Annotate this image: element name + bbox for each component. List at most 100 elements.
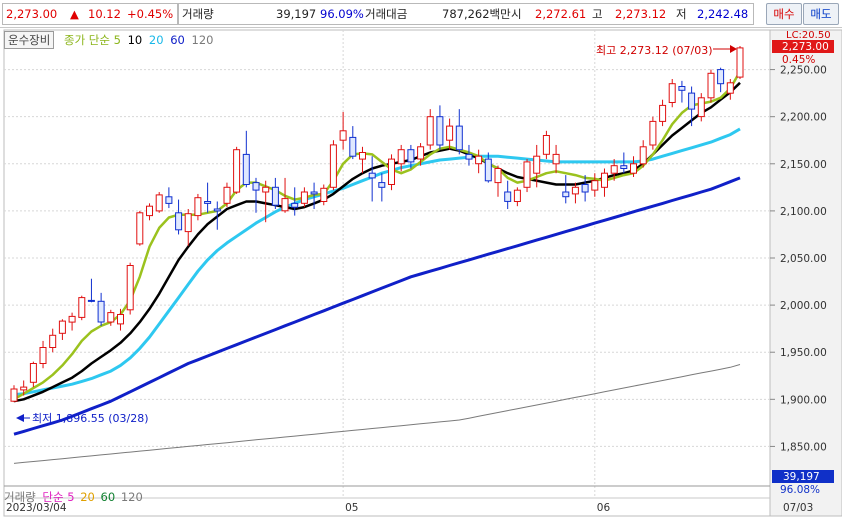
candle-body [165, 196, 173, 204]
candle-body [49, 334, 57, 348]
candle-body [668, 83, 676, 103]
candle-body [10, 388, 18, 402]
vma60-legend: 60 [100, 490, 116, 504]
current-pct-tag: 0.45% [782, 54, 815, 66]
candle-body [252, 182, 260, 191]
candle-body [39, 347, 47, 364]
candle-body [68, 315, 76, 323]
ma10-legend: 10 [127, 33, 143, 47]
candle-body [504, 191, 512, 202]
candle-body [388, 158, 395, 186]
candle-body [678, 86, 686, 91]
high-label: 고 [592, 7, 603, 21]
trading-value: 787,262백만 [442, 7, 511, 21]
candle-body [29, 363, 37, 383]
candle-body [97, 300, 105, 323]
candle-body [591, 180, 599, 191]
price-legend: 운수장비 종가 단순 5 10 20 60 120 [4, 31, 214, 49]
buy-button[interactable]: 매수 [766, 3, 802, 25]
candle-body [659, 104, 667, 122]
candle-body [117, 314, 124, 325]
volume-pct-tag: 96.08% [780, 484, 820, 496]
candle-body [562, 191, 570, 198]
vma5-legend: 5 [67, 490, 75, 504]
volume-tag: 39,197 [783, 471, 820, 483]
trading-value-label: 거래대금 [365, 7, 408, 21]
sell-button[interactable]: 매도 [803, 3, 839, 25]
candle-body [552, 153, 560, 165]
candle-body [242, 153, 250, 185]
high-annotation: 최고 2,273.12 (07/03) [596, 44, 713, 57]
candle-body [107, 312, 115, 323]
candle-body [436, 116, 444, 146]
x-end-label: 07/03 [783, 502, 813, 514]
candle-body [378, 182, 386, 188]
ma20-legend: 20 [148, 33, 164, 47]
candle-body [126, 265, 134, 311]
candle-body [446, 125, 454, 141]
y-tick-label: 2,050.00 [780, 253, 827, 265]
lc-label: LC:20.50 [786, 30, 831, 41]
candle-body [736, 47, 744, 78]
y-tick-label: 2,250.00 [780, 65, 827, 77]
x-tick-label: 06 [597, 502, 611, 514]
y-tick-label: 2,150.00 [780, 159, 827, 171]
candle-body [339, 130, 347, 141]
current-price-tag: 2,273.00 [782, 41, 829, 53]
chart-frame [3, 29, 771, 517]
ma-legend-label: 종가 단순 [63, 33, 110, 47]
candle-body [620, 165, 628, 169]
volume-label: 거래량 [182, 7, 214, 21]
candle-body [571, 186, 579, 195]
open-price: 2,272.61 [535, 7, 587, 21]
candle-body [494, 168, 502, 184]
candle-body [204, 201, 212, 204]
current-price: 2,273.00 [6, 7, 58, 21]
candle-body [601, 172, 608, 188]
candle-body [455, 125, 463, 151]
candle-body [281, 198, 289, 212]
candle-body [223, 186, 231, 204]
y-tick-label: 2,100.00 [780, 206, 827, 218]
low-annotation: 최저 1,896.55 (03/28) [32, 412, 149, 425]
candle-body [533, 155, 541, 174]
candle-body [136, 212, 144, 245]
candle-body [184, 213, 192, 233]
high-price: 2,273.12 [615, 7, 667, 21]
candle-body [610, 165, 618, 174]
y-tick-label: 2,200.00 [780, 112, 827, 124]
candle-body [717, 69, 725, 85]
sector-name[interactable]: 운수장비 [4, 31, 55, 49]
candle-body [484, 158, 492, 182]
candle-body [78, 297, 86, 318]
y-tick-label: 1,900.00 [780, 394, 827, 406]
y-tick-label: 1,950.00 [780, 347, 827, 359]
candle-body [426, 116, 434, 146]
candle-body [697, 97, 705, 118]
y-tick-label: 2,000.00 [780, 300, 827, 312]
ma120-legend: 120 [191, 33, 214, 47]
candle-body [349, 136, 357, 157]
candle-body [213, 208, 221, 212]
candle-body [329, 144, 337, 188]
candle-body [397, 149, 405, 165]
ma5-legend: 5 [113, 33, 121, 47]
candle-body [310, 191, 318, 195]
x-tick-label: 05 [345, 502, 358, 514]
low-price: 2,242.48 [697, 7, 749, 21]
volume-legend-label: 거래량 [4, 490, 36, 504]
quote-bar: 2,273.00 ▲ 10.12 +0.45% 거래량 39,197 96.09… [0, 0, 842, 28]
candle-body [523, 161, 531, 188]
candle-body [194, 197, 202, 217]
candle-body [513, 189, 521, 202]
price-chart[interactable]: 1,850.00 1,900.00 1,950.00 2,000.00 2,050.00… [0, 28, 842, 517]
volume-ratio: 96.09% [320, 7, 364, 21]
candle-body [417, 146, 425, 160]
candle-body [630, 163, 637, 174]
price-change-pct: +0.45% [127, 7, 174, 21]
candle-body [300, 191, 308, 204]
candle-body [639, 146, 647, 165]
candle-body [320, 187, 328, 203]
candle-body [271, 186, 279, 206]
candle-body [368, 172, 376, 179]
